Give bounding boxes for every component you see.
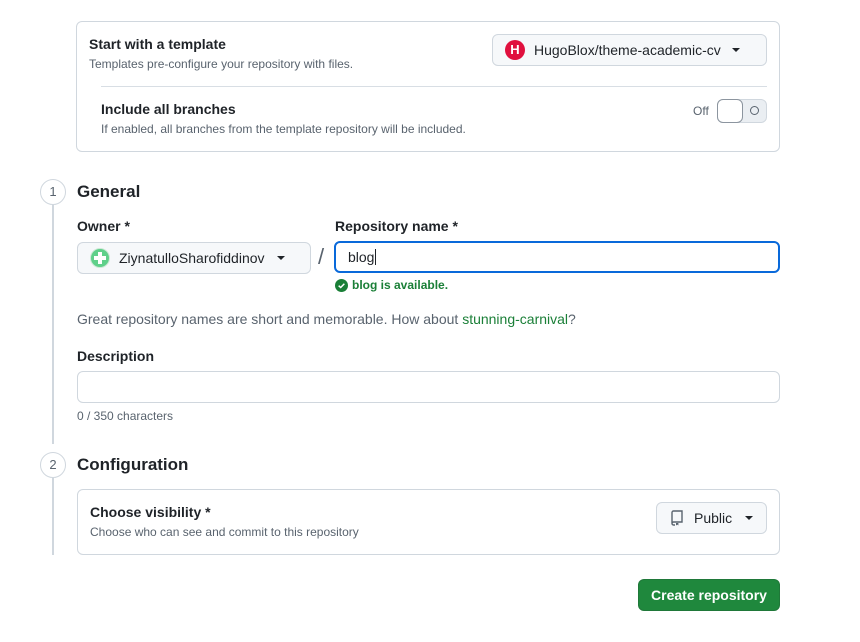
suggestion-prefix: Great repository names are short and mem… [77,311,463,327]
suggested-name-link[interactable]: stunning-carnival [462,311,568,327]
chevron-down-icon [276,256,285,260]
visibility-value: Public [694,510,733,526]
owner-repo-separator: / [318,244,325,269]
repo-name-value: blog [348,249,375,265]
availability-text: blog is available. [352,278,449,292]
visibility-subtitle: Choose who can see and commit to this re… [90,525,359,539]
step-line-general [52,192,54,444]
divider [101,86,767,87]
include-branches-subtitle: If enabled, all branches from the templa… [101,122,466,136]
include-branches-toggle[interactable] [717,99,767,123]
repo-name-label: Repository name * [335,218,458,234]
template-dropdown[interactable]: H HugoBlox/theme-academic-cv [492,34,767,66]
availability-message: blog is available. [335,278,448,292]
owner-avatar [90,248,110,268]
template-title: Start with a template [89,36,226,52]
owner-label: Owner * [77,218,130,234]
repo-name-input[interactable]: blog [334,241,780,273]
section-title-general: General [77,182,141,201]
check-circle-icon [335,278,348,292]
template-subtitle: Templates pre-configure your repository … [89,57,354,71]
include-branches-title: Include all branches [101,101,236,117]
create-repository-button[interactable]: Create repository [638,579,780,611]
chevron-down-icon [745,516,754,520]
suggestion-suffix: ? [568,311,576,327]
section-title-configuration: Configuration [77,455,189,474]
owner-name: ZiynatulloSharofiddinov [119,250,265,266]
owner-dropdown[interactable]: ZiynatulloSharofiddinov [77,242,311,274]
step-line-configuration [52,477,54,555]
description-input[interactable] [77,371,780,403]
chevron-down-icon [731,48,740,52]
description-label: Description [77,348,155,364]
visibility-title: Choose visibility * [90,504,211,520]
template-card: Start with a template Templates pre-conf… [76,21,780,152]
template-selected: HugoBlox/theme-academic-cv [534,42,721,58]
text-cursor [375,249,377,265]
toggle-off-icon [750,106,759,115]
visibility-dropdown[interactable]: Public [656,502,767,534]
repo-icon [671,510,683,526]
step-number-configuration: 2 [40,452,66,478]
toggle-state-label: Off [693,104,709,118]
visibility-card: Choose visibility * Choose who can see a… [77,489,780,555]
toggle-knob [717,99,743,123]
name-suggestion: Great repository names are short and mem… [77,311,576,327]
description-char-count: 0 / 350 characters [77,409,174,423]
template-avatar-icon: H [505,40,525,60]
step-number-general: 1 [40,179,66,205]
